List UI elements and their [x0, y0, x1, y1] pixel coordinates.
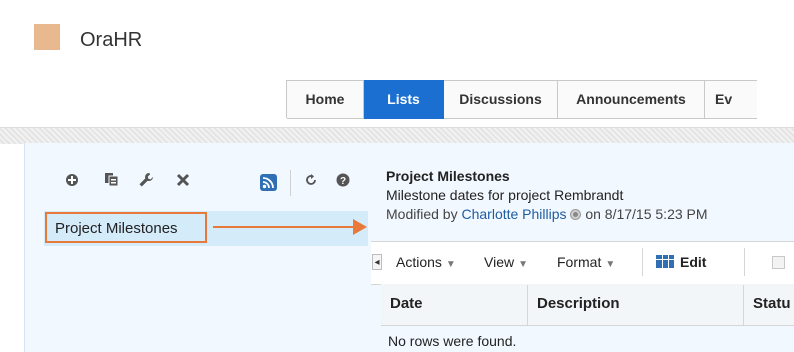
callout-arrow-head — [353, 219, 367, 235]
chevron-down-icon: ▼ — [605, 259, 616, 270]
tab-bar: Home Lists Discussions Announcements Ev — [286, 80, 757, 119]
list-description: Milestone dates for project Rembrandt — [386, 187, 624, 203]
grid-edit-icon — [656, 255, 674, 268]
app-brand: OraHR — [80, 29, 143, 51]
tab-announcements[interactable]: Announcements — [558, 80, 705, 119]
tab-home[interactable]: Home — [287, 80, 364, 119]
tab-discussions[interactable]: Discussions — [444, 80, 558, 119]
modified-info: Modified by Charlotte Phillips on 8/17/1… — [386, 206, 708, 222]
app-logo — [34, 24, 60, 50]
list-item-project-milestones[interactable]: Project Milestones — [45, 212, 207, 243]
modified-prefix: Modified by — [386, 206, 458, 222]
modified-by-link[interactable]: Charlotte Phillips — [461, 206, 566, 222]
modified-date: on 8/17/15 5:23 PM — [585, 206, 708, 222]
actions-menu[interactable]: Actions ▼ — [396, 252, 456, 275]
toolbar-separator — [290, 170, 291, 196]
add-icon[interactable] — [62, 172, 82, 192]
header-divider — [0, 127, 794, 144]
column-header-status[interactable]: Statu — [753, 295, 791, 312]
format-menu-label: Format — [557, 254, 602, 270]
help-icon[interactable]: ? — [333, 172, 353, 192]
svg-text:?: ? — [340, 176, 346, 187]
refresh-icon[interactable] — [301, 172, 321, 192]
edit-button[interactable]: Edit — [656, 252, 706, 272]
actions-menu-label: Actions — [396, 254, 442, 270]
empty-table-message: No rows were found. — [388, 333, 517, 349]
columns-icon[interactable] — [772, 256, 785, 269]
chevron-down-icon: ▼ — [445, 259, 456, 270]
copy-icon[interactable] — [101, 172, 121, 192]
rss-icon[interactable] — [260, 174, 277, 191]
edit-button-label: Edit — [680, 254, 707, 270]
column-header-date[interactable]: Date — [390, 295, 423, 312]
column-divider — [743, 285, 744, 325]
view-menu-label: View — [484, 254, 515, 270]
presence-icon[interactable] — [570, 209, 582, 220]
toolbar-separator — [744, 248, 745, 276]
column-header-description[interactable]: Description — [537, 295, 620, 312]
view-menu[interactable]: View ▼ — [484, 252, 528, 275]
chevron-down-icon: ▼ — [518, 259, 528, 270]
toolbar-separator — [642, 248, 643, 276]
tab-lists[interactable]: Lists — [364, 80, 444, 119]
callout-arrow-line — [213, 226, 355, 228]
tab-events[interactable]: Ev — [705, 80, 757, 119]
list-title: Project Milestones — [386, 168, 510, 184]
delete-icon[interactable] — [173, 172, 193, 192]
toolbar-collapse-arrow[interactable]: ◂ — [372, 254, 382, 270]
format-menu[interactable]: Format ▼ — [557, 252, 615, 275]
wrench-icon[interactable] — [136, 172, 156, 193]
column-divider — [527, 285, 528, 325]
